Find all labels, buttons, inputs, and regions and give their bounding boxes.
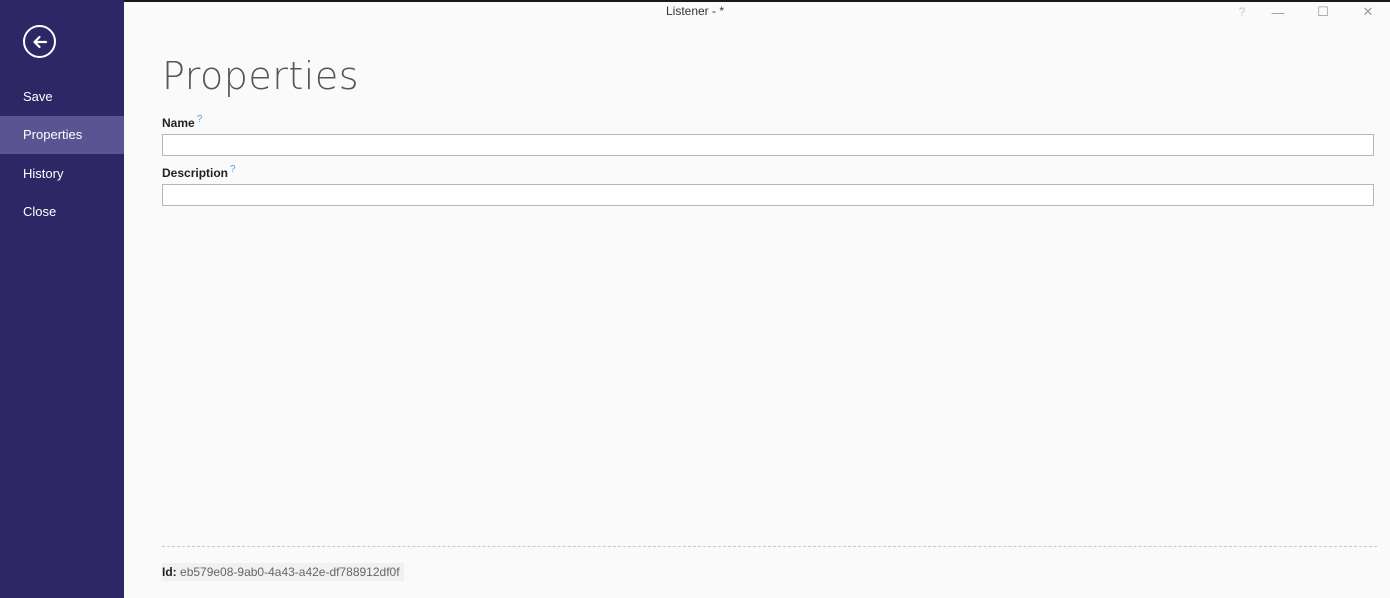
description-label-text: Description: [162, 166, 229, 180]
description-help-icon[interactable]: ?: [230, 164, 236, 175]
sidebar-item-save[interactable]: Save: [0, 78, 124, 116]
sidebar-item-label: Save: [23, 89, 53, 104]
footer-divider: [162, 546, 1377, 547]
help-icon[interactable]: ?: [1222, 0, 1262, 24]
id-readout: Id: eb579e08-9ab0-4a43-a42e-df788912df0f: [162, 563, 404, 581]
window-top-border: [0, 0, 1390, 2]
back-button[interactable]: [23, 25, 56, 58]
name-field[interactable]: [162, 134, 1374, 156]
id-value: eb579e08-9ab0-4a43-a42e-df788912df0f: [180, 565, 400, 579]
window-title: Listener - *: [665, 4, 725, 18]
name-label: Name?: [162, 114, 202, 130]
maximize-button[interactable]: ☐: [1303, 0, 1343, 24]
sidebar: Save Properties History Close: [0, 0, 124, 598]
page-title: Properties: [162, 54, 360, 98]
sidebar-item-close[interactable]: Close: [0, 193, 124, 231]
minimize-button[interactable]: —: [1258, 0, 1298, 24]
sidebar-item-label: Close: [23, 204, 57, 219]
name-help-icon[interactable]: ?: [197, 114, 203, 125]
name-label-text: Name: [162, 116, 195, 130]
description-label: Description?: [162, 164, 236, 180]
id-label: Id:: [162, 565, 177, 579]
close-window-button[interactable]: ✕: [1348, 0, 1388, 24]
sidebar-item-label: History: [23, 166, 64, 181]
description-field[interactable]: [162, 184, 1374, 206]
sidebar-item-history[interactable]: History: [0, 155, 124, 193]
arrow-left-icon: [32, 35, 47, 48]
sidebar-item-label: Properties: [23, 127, 83, 142]
sidebar-item-properties[interactable]: Properties: [0, 116, 124, 154]
